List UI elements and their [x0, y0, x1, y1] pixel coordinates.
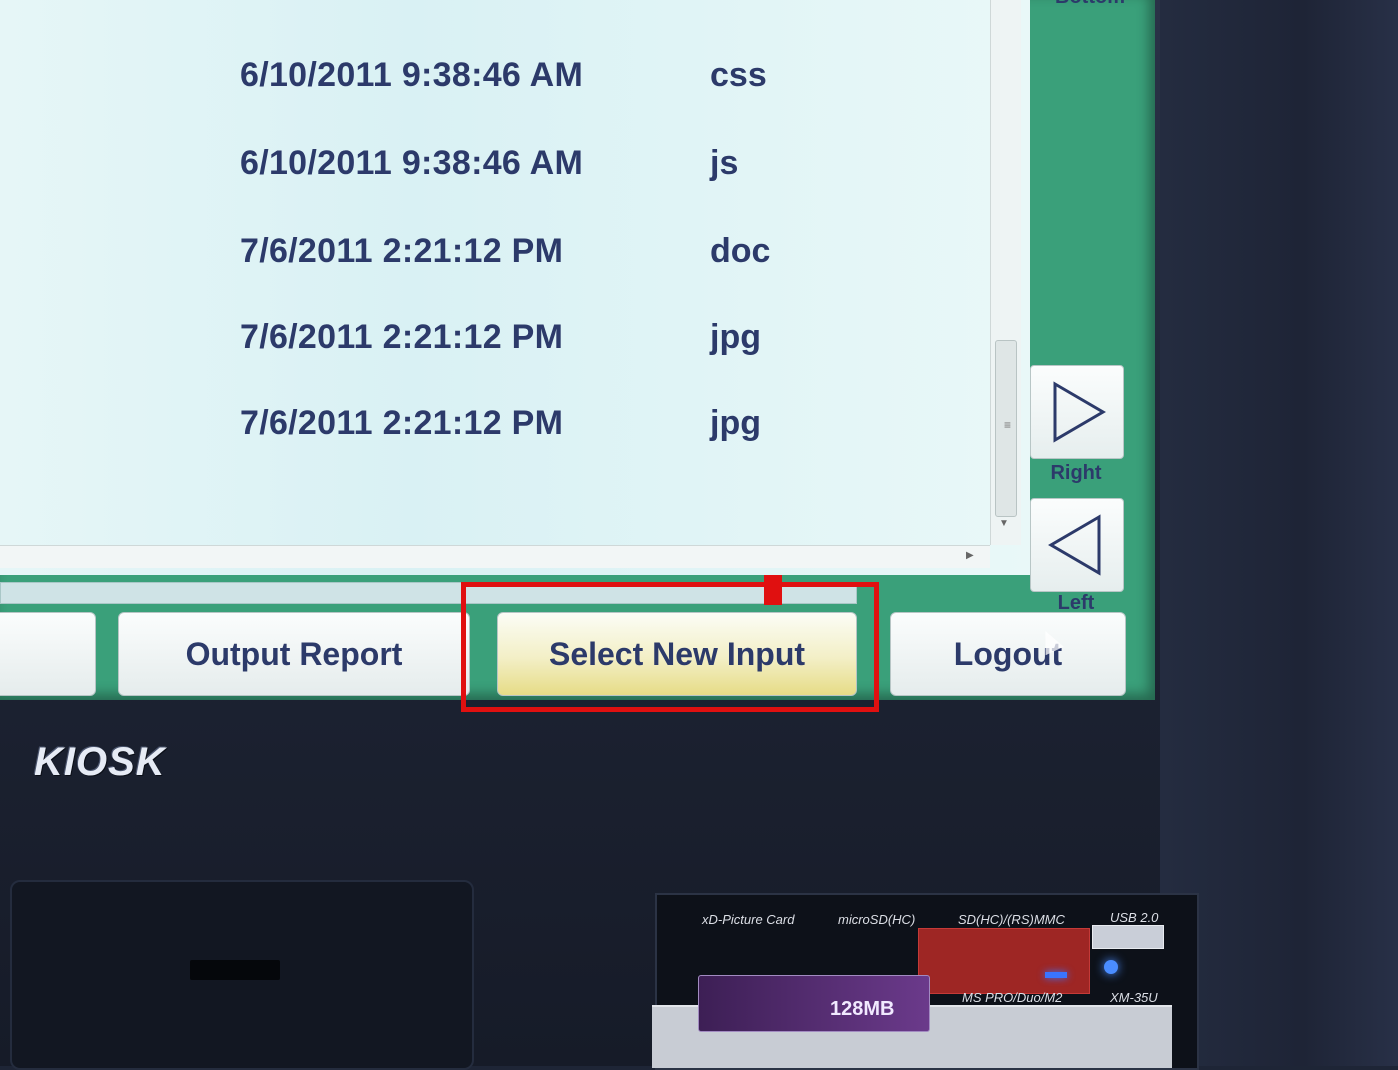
status-led — [1045, 972, 1067, 978]
reader-label-ms: MS PRO/Duo/M2 — [962, 990, 1063, 1005]
nav-bottom-label: Bottom — [1055, 0, 1125, 9]
logout-button[interactable]: Logout — [890, 612, 1126, 696]
scroll-down-arrow-icon[interactable]: ▼ — [999, 518, 1009, 529]
reader-label-microsd: microSD(HC) — [838, 912, 916, 927]
right-label: Right — [1050, 462, 1102, 484]
play-right-icon — [1053, 381, 1106, 443]
scroll-left-button[interactable] — [1030, 498, 1124, 592]
memory-card-label: 128MB — [830, 998, 895, 1020]
list-item[interactable]: 7/6/2011 2:21:12 PM doc — [0, 232, 990, 292]
file-date: 6/10/2011 9:38:46 AM — [240, 144, 584, 182]
scroll-right-button[interactable] — [1030, 365, 1124, 459]
file-date: 6/10/2011 9:38:46 AM — [240, 56, 584, 94]
scrollbar-thumb[interactable]: ≡ — [995, 340, 1017, 517]
list-item[interactable]: 6/10/2011 9:38:46 AM css — [0, 56, 990, 116]
highlight-box — [461, 582, 879, 712]
reader-label-model: XM-35U — [1110, 990, 1158, 1005]
activity-led — [1104, 960, 1118, 974]
play-left-icon — [1048, 514, 1101, 576]
file-type: jpg — [710, 404, 761, 442]
receipt-slot — [190, 960, 280, 980]
file-type: doc — [710, 232, 771, 270]
file-list-panel: 6/10/2011 9:38:46 AM css 6/10/2011 9:38:… — [0, 0, 1030, 575]
reader-label-usb: USB 2.0 — [1110, 910, 1159, 925]
memory-card[interactable] — [698, 975, 930, 1032]
grip-icon: ≡ — [1004, 418, 1012, 432]
vertical-scrollbar[interactable]: ≡ ▼ — [990, 0, 1021, 545]
list-item[interactable]: 7/6/2011 2:21:12 PM jpg — [0, 318, 990, 378]
file-date: 7/6/2011 2:21:12 PM — [240, 232, 564, 270]
file-type: jpg — [710, 318, 761, 356]
scroll-right-arrow-icon[interactable]: ▶ — [966, 550, 974, 561]
partial-button[interactable] — [0, 612, 96, 696]
file-type: css — [710, 56, 767, 94]
reader-label-xd: xD-Picture Card — [702, 912, 795, 927]
file-date: 7/6/2011 2:21:12 PM — [240, 404, 564, 442]
output-report-button[interactable]: Output Report — [118, 612, 470, 696]
sd-slot-frame — [918, 928, 1090, 994]
reader-label-sd: SD(HC)/(RS)MMC — [958, 912, 1065, 927]
file-type: js — [710, 144, 739, 182]
list-item[interactable]: 7/6/2011 2:21:12 PM jpg — [0, 404, 990, 464]
list-item[interactable]: 6/10/2011 9:38:46 AM js — [0, 144, 990, 204]
usb-port[interactable] — [1092, 925, 1164, 949]
horizontal-scrollbar[interactable]: ▶ — [0, 545, 990, 568]
file-date: 7/6/2011 2:21:12 PM — [240, 318, 564, 356]
kiosk-logo: KIOSK — [34, 740, 166, 784]
